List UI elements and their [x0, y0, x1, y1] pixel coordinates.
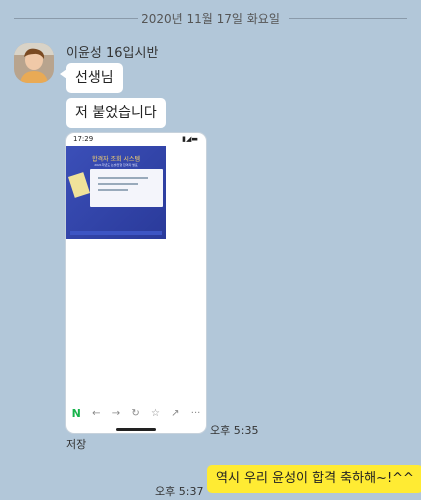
card-title: 합격자 조회 시스템 — [92, 156, 140, 163]
my-message-bubble[interactable]: 역시 우리 윤성이 합격 축하해~!^^ — [207, 465, 421, 493]
photo-status-time: 17:29 — [73, 135, 94, 143]
signal-icon: ▮◢▬ — [182, 135, 198, 143]
document-icon — [67, 172, 91, 198]
photo-result-card: 합격자 조회 시스템 2021학년도 논술전형 합격자 발표 — [66, 146, 166, 239]
card-line — [98, 189, 128, 191]
photo-toolbar: N ← → ↻ ☆ ↗ ··· — [66, 403, 206, 423]
more-icon: ··· — [190, 407, 201, 419]
photo-message[interactable]: 17:29 ▮◢▬ 합격자 조회 시스템 2021학년도 논술전형 합격자 발표… — [66, 133, 206, 433]
forward-icon: → — [111, 407, 121, 419]
photo-status-bar: 17:29 ▮◢▬ — [66, 133, 206, 147]
back-icon: ← — [92, 407, 101, 419]
home-indicator — [116, 428, 156, 431]
naver-icon: N — [71, 406, 81, 420]
refresh-icon: ↻ — [131, 407, 140, 419]
card-line — [98, 183, 138, 185]
card-subtitle: 2021학년도 논술전형 합격자 발표 — [94, 163, 138, 167]
share-icon: ↗ — [171, 407, 180, 419]
message-text: 저 붙었습니다 — [75, 105, 157, 121]
card-line — [98, 177, 148, 179]
message-bubble[interactable]: 선생님 — [60, 63, 123, 93]
message-time: 오후 5:35 — [210, 424, 259, 437]
message-bubble[interactable]: 저 붙었습니다 — [66, 98, 166, 128]
message-text: 선생님 — [75, 70, 114, 86]
avatar[interactable] — [14, 43, 54, 83]
star-icon: ☆ — [150, 407, 160, 419]
card-footer — [70, 231, 162, 235]
sender-name: 이윤성 16입시반 — [66, 46, 159, 61]
divider-line-right — [289, 18, 407, 19]
save-link[interactable]: 저장 — [66, 436, 86, 452]
date-divider: 2020년 11월 17일 화요일 — [14, 8, 407, 28]
card-panel — [90, 169, 163, 207]
my-message-text: 역시 우리 윤성이 합격 축하해~!^^ — [216, 471, 414, 486]
my-message-time: 오후 5:37 — [155, 485, 204, 498]
